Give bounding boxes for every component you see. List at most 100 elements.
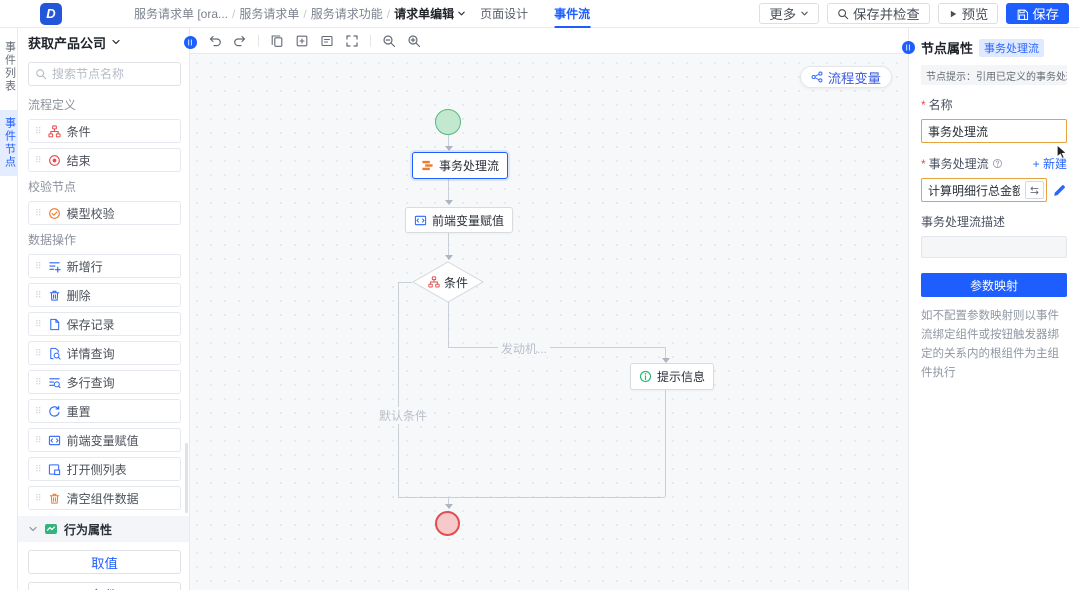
palette-item-save-record[interactable]: ⠿ 保存记录 bbox=[28, 312, 181, 336]
node-properties-panel: || 节点属性 事务处理流 节点提示：引用已定义的事务处理 * 名称 * 事务处… bbox=[908, 28, 1079, 590]
edge-arrow bbox=[445, 504, 453, 509]
end-icon bbox=[48, 154, 61, 167]
breadcrumb-segment[interactable]: 服务请求功能 bbox=[311, 5, 383, 22]
toolbar-divider bbox=[258, 35, 259, 47]
edge bbox=[398, 282, 412, 283]
question-icon[interactable] bbox=[992, 158, 1003, 169]
swap-flow-button[interactable] bbox=[1025, 181, 1044, 199]
breadcrumb: 服务请求单 [ora.../ 服务请求单/ 服务请求功能/ 请求单编辑 bbox=[134, 5, 466, 22]
edge bbox=[448, 302, 449, 347]
flow-variable-icon bbox=[811, 71, 823, 83]
start-node[interactable] bbox=[435, 109, 461, 135]
save-button[interactable]: 保存 bbox=[1006, 3, 1069, 24]
topbar-actions: 更多 保存并检查 预览 保存 bbox=[759, 3, 1069, 24]
flow-canvas[interactable]: || 流程变量 发动机... 默认条件 事务处理流 bbox=[190, 28, 908, 590]
node-transaction-flow[interactable]: 事务处理流 bbox=[412, 152, 508, 179]
rail-tab-event-list[interactable]: 事件列表 bbox=[0, 34, 18, 100]
drag-handle-icon: ⠿ bbox=[35, 465, 42, 474]
clear-data-icon bbox=[48, 492, 61, 505]
drag-handle-icon: ⠿ bbox=[35, 262, 42, 271]
detail-search-icon bbox=[48, 347, 61, 360]
side-list-icon bbox=[48, 463, 61, 476]
sidebar-scrollbar[interactable] bbox=[185, 443, 188, 513]
section-title-data-operations: 数据操作 bbox=[28, 231, 181, 248]
chevron-down-icon bbox=[800, 9, 809, 18]
chevron-down-icon bbox=[28, 524, 38, 534]
tab-event-flow[interactable]: 事件流 bbox=[554, 0, 590, 28]
drag-handle-icon: ⠿ bbox=[35, 127, 42, 136]
check-circle-icon bbox=[48, 207, 61, 220]
palette-item-condition[interactable]: ⠿ 条件 bbox=[28, 119, 181, 143]
behavior-button-get-value[interactable]: 取值 bbox=[28, 550, 181, 574]
edit-flow-button[interactable] bbox=[1052, 183, 1067, 198]
breadcrumb-segment[interactable]: 服务请求单 bbox=[239, 5, 299, 22]
node-type-badge: 事务处理流 bbox=[979, 39, 1044, 57]
collapse-panel-handle[interactable]: || bbox=[902, 41, 915, 54]
duplicate-icon[interactable] bbox=[295, 34, 309, 48]
more-button[interactable]: 更多 bbox=[759, 3, 819, 24]
palette-item-multi-row-query[interactable]: ⠿ 多行查询 bbox=[28, 370, 181, 394]
drag-handle-icon: ⠿ bbox=[35, 494, 42, 503]
parameter-mapping-button[interactable]: 参数映射 bbox=[921, 273, 1067, 297]
tab-page-design[interactable]: 页面设计 bbox=[480, 0, 528, 28]
node-palette-sidebar: 获取产品公司 流程定义 ⠿ 条件 ⠿ 结束 校验节点 ⠿ 模型校验 数据操作 ⠿ bbox=[18, 28, 190, 590]
branch-icon bbox=[428, 276, 440, 288]
palette-item-detail-query[interactable]: ⠿ 详情查询 bbox=[28, 341, 181, 365]
zoom-out-icon[interactable] bbox=[382, 34, 396, 48]
reset-icon bbox=[48, 405, 61, 418]
edge bbox=[448, 347, 665, 348]
palette-item-end[interactable]: ⠿ 结束 bbox=[28, 148, 181, 172]
behavior-section-header[interactable]: 行为属性 bbox=[18, 516, 189, 542]
redo-icon[interactable] bbox=[233, 34, 247, 48]
edge-arrow bbox=[445, 200, 453, 205]
palette-item-delete[interactable]: ⠿ 删除 bbox=[28, 283, 181, 307]
edge-arrow bbox=[445, 255, 453, 260]
breadcrumb-current[interactable]: 请求单编辑 bbox=[394, 5, 466, 22]
end-node[interactable] bbox=[435, 511, 460, 536]
breadcrumb-segment[interactable]: 服务请求单 [ora... bbox=[134, 5, 228, 22]
save-icon bbox=[1016, 8, 1028, 20]
node-search-input[interactable] bbox=[52, 67, 162, 81]
copy-icon[interactable] bbox=[270, 34, 284, 48]
undo-icon[interactable] bbox=[208, 34, 222, 48]
save-and-check-button[interactable]: 保存并检查 bbox=[827, 3, 930, 24]
multi-row-search-icon bbox=[48, 376, 61, 389]
panel-title: 节点属性 bbox=[921, 38, 973, 57]
preview-button[interactable]: 预览 bbox=[938, 3, 999, 24]
node-hint-bar[interactable]: 节点提示：引用已定义的事务处理 bbox=[921, 65, 1067, 85]
node-frontend-variable-assign[interactable]: 前端变量赋值 bbox=[405, 207, 513, 233]
edge bbox=[665, 347, 666, 358]
drag-handle-icon: ⠿ bbox=[35, 407, 42, 416]
document-icon bbox=[48, 318, 61, 331]
palette-item-model-check[interactable]: ⠿ 模型校验 bbox=[28, 201, 181, 225]
app-logo[interactable]: D bbox=[40, 3, 62, 25]
palette-item-clear-component-data[interactable]: ⠿ 清空组件数据 bbox=[28, 486, 181, 510]
edge-arrow bbox=[445, 146, 453, 151]
drag-handle-icon: ⠿ bbox=[35, 209, 42, 218]
clear-canvas-icon[interactable] bbox=[320, 34, 334, 48]
zoom-in-icon[interactable] bbox=[407, 34, 421, 48]
drag-handle-icon: ⠿ bbox=[35, 349, 42, 358]
pencil-icon bbox=[1052, 183, 1067, 198]
new-transaction-flow-link[interactable]: + 新建 bbox=[1033, 155, 1067, 172]
rail-tab-event-nodes[interactable]: 事件节点 bbox=[0, 110, 18, 176]
variable-icon bbox=[414, 214, 427, 227]
flow-variables-button[interactable]: 流程变量 bbox=[800, 66, 892, 88]
section-title-flow-definition: 流程定义 bbox=[28, 96, 181, 113]
flow-description-textarea[interactable] bbox=[921, 236, 1067, 258]
palette-item-open-side-list[interactable]: ⠿ 打开侧列表 bbox=[28, 457, 181, 481]
node-info-message[interactable]: 提示信息 bbox=[630, 363, 714, 390]
palette-item-reset[interactable]: ⠿ 重置 bbox=[28, 399, 181, 423]
palette-item-frontend-variable[interactable]: ⠿ 前端变量赋值 bbox=[28, 428, 181, 452]
sidebar-title[interactable]: 获取产品公司 bbox=[28, 28, 181, 56]
edge bbox=[665, 390, 666, 497]
fit-screen-icon[interactable] bbox=[345, 34, 359, 48]
name-field-label: 名称 bbox=[929, 96, 953, 113]
add-row-icon bbox=[48, 260, 61, 273]
behavior-button-condition[interactable]: 条件 bbox=[28, 582, 181, 590]
edge-label-branch: 发动机... bbox=[498, 340, 550, 357]
node-name-input[interactable] bbox=[921, 119, 1067, 143]
node-condition[interactable]: 条件 bbox=[412, 261, 484, 303]
collapse-sidebar-handle[interactable]: || bbox=[184, 36, 197, 49]
palette-item-add-row[interactable]: ⠿ 新增行 bbox=[28, 254, 181, 278]
